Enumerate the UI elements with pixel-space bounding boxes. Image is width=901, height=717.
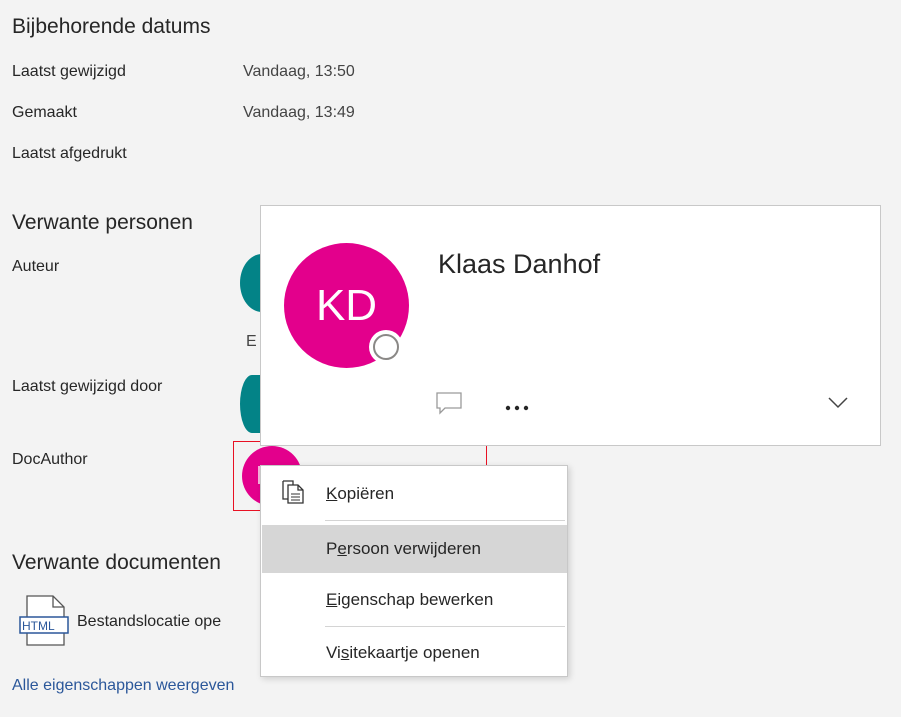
author-name-partial: E	[246, 333, 257, 350]
menu-item-open-contact-card[interactable]: Vi s itekaartje openen	[262, 629, 567, 677]
html-file-icon[interactable]: HTML	[19, 595, 69, 647]
show-all-properties-link[interactable]: Alle eigenschappen weergeven	[12, 677, 234, 695]
more-options-icon[interactable]	[505, 399, 529, 417]
presence-status-icon	[369, 330, 403, 364]
people-section-title: Verwante personen	[12, 211, 193, 234]
menu-item-remove-person[interactable]: Pe rsoon verwijderen	[262, 525, 567, 573]
menu-item-copy[interactable]: Kopiëren	[262, 470, 567, 518]
last-modified-label: Laatst gewijzigd	[12, 63, 126, 80]
expand-chevron-icon[interactable]	[827, 396, 849, 415]
documents-section-title: Verwante documenten	[12, 551, 221, 574]
contact-initials: KD	[315, 280, 378, 330]
dates-section-title: Bijbehorende datums	[12, 15, 211, 38]
html-file-icon-text: HTML	[22, 619, 55, 633]
contact-name: Klaas Danhof	[438, 249, 601, 279]
created-value: Vandaag, 13:49	[243, 104, 355, 121]
created-label: Gemaakt	[12, 104, 77, 121]
context-menu: Kopiëren Pe rsoon verwijderen Eigenschap …	[260, 465, 568, 677]
contact-card: KD Klaas Danhof	[260, 205, 881, 446]
menu-separator	[325, 626, 565, 627]
docauthor-label: DocAuthor	[12, 451, 88, 468]
last-printed-label: Laatst afgedrukt	[12, 145, 127, 162]
author-label: Auteur	[12, 258, 60, 275]
open-file-location-link[interactable]: Bestandslocatie ope	[77, 613, 221, 631]
last-modified-by-label: Laatst gewijzigd door	[12, 378, 163, 395]
chat-icon[interactable]	[435, 391, 463, 420]
menu-item-edit-property[interactable]: Eigenschap bewerken	[262, 576, 567, 624]
menu-separator	[325, 520, 565, 521]
last-modified-value: Vandaag, 13:50	[243, 63, 355, 80]
